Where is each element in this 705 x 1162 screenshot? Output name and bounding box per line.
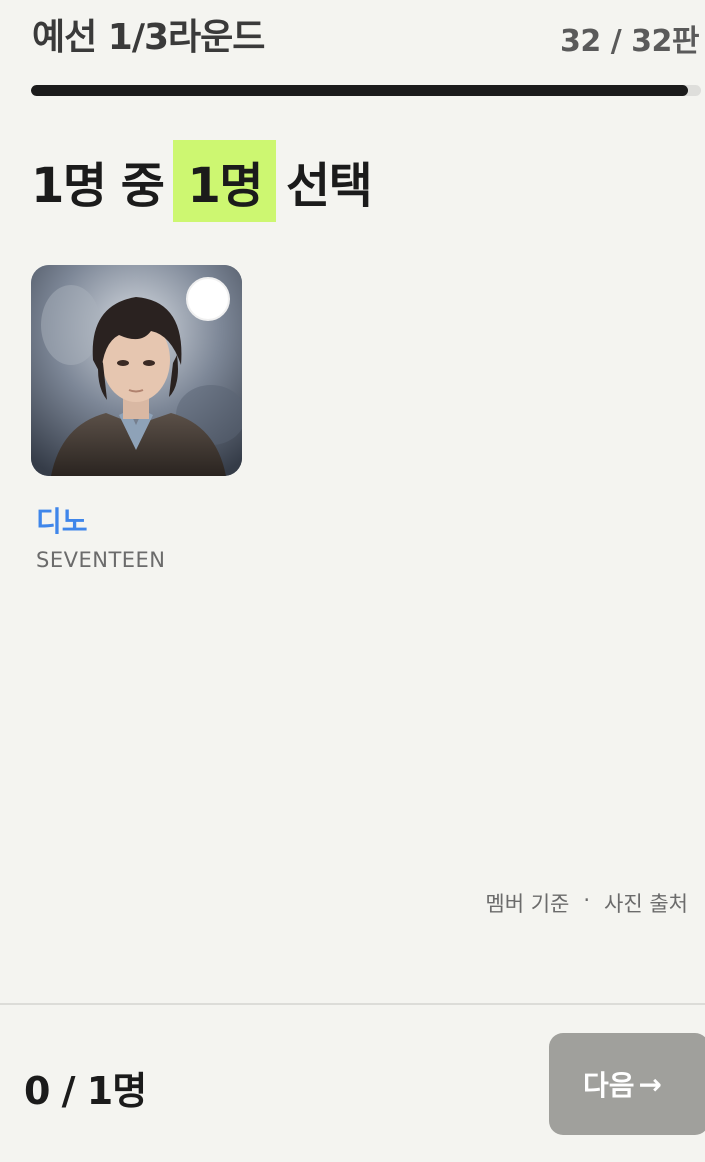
title-suffix: 선택 (286, 158, 373, 214)
selection-count: 0 / 1명 (24, 1069, 147, 1113)
select-checkbox-icon[interactable] (186, 277, 230, 321)
game-count: 32 / 32판 (560, 24, 699, 59)
candidate-name: 디노 (36, 505, 88, 538)
header: 예선 1/3라운드 32 / 32판 (0, 0, 705, 80)
next-button[interactable]: 다음 → (549, 1033, 705, 1135)
divider (0, 1003, 705, 1005)
round-title: 예선 1/3라운드 (32, 17, 265, 58)
next-button-label: 다음 (583, 1069, 635, 1102)
progress-fill (31, 85, 688, 96)
member-basis-link[interactable]: 멤버 기준 (485, 888, 569, 918)
footnote-separator: · (583, 888, 591, 912)
candidate-card[interactable]: 디노 SEVENTEEN (31, 265, 242, 572)
candidate-group: SEVENTEEN (36, 548, 166, 572)
candidate-photo[interactable] (31, 265, 242, 476)
arrow-right-icon: → (638, 1067, 662, 1101)
page-title: 1명 중 1명 선택 (31, 140, 373, 222)
footnote: 멤버 기준 · 사진 출처 (485, 888, 688, 918)
progress-bar (31, 85, 701, 96)
title-prefix: 1명 중 (31, 158, 165, 214)
photo-source-link[interactable]: 사진 출처 (604, 888, 688, 918)
title-highlight: 1명 (173, 140, 276, 222)
